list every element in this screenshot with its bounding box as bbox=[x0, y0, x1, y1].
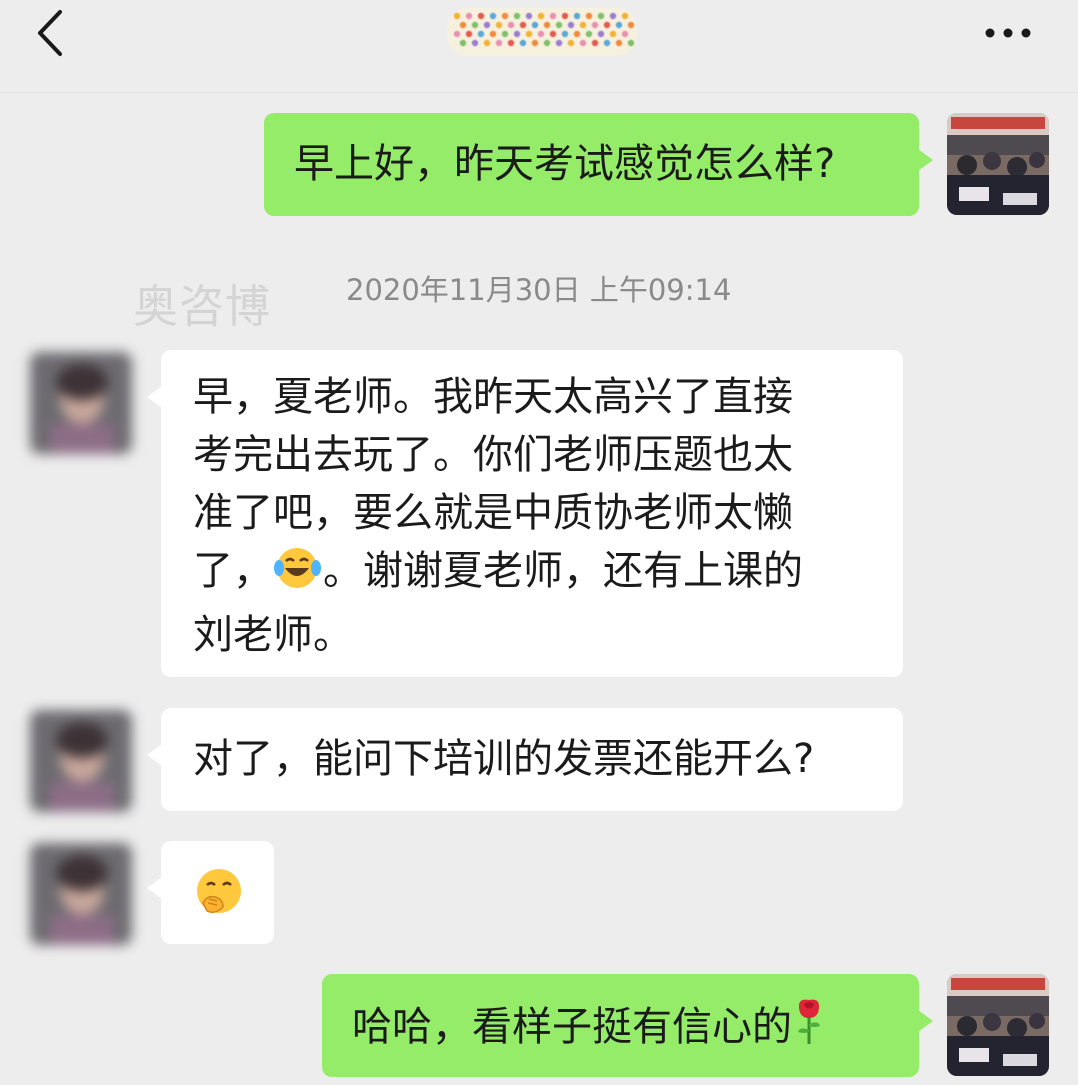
more-options-button[interactable] bbox=[980, 16, 1040, 50]
message-bubble-contact[interactable]: 早，夏老师。我昨天太高兴了直接 考完出去玩了。你们老师压题也太 准了吧，要么就是… bbox=[147, 350, 903, 677]
message-timestamp: 2020年11月30日 上午09:14 bbox=[346, 273, 732, 307]
message-line-rest: 。谢谢夏老师，还有上课的 bbox=[323, 548, 803, 594]
chevron-left-icon bbox=[38, 10, 62, 56]
message-bubble-self[interactable]: 早上好，昨天考试感觉怎么样? bbox=[264, 113, 933, 216]
chat-screen: 早上好，昨天考试感觉怎么样? 奥咨博 2020年11月30日 上午09:14 早… bbox=[0, 0, 1078, 1085]
contact-avatar[interactable] bbox=[30, 710, 132, 812]
self-avatar[interactable] bbox=[947, 113, 1049, 215]
message-text: 对了，能问下培训的发票还能开么? bbox=[193, 736, 815, 782]
message-bubble-contact[interactable] bbox=[147, 841, 274, 944]
chat-title-obscured bbox=[447, 8, 637, 56]
self-avatar[interactable] bbox=[947, 974, 1049, 1076]
contact-avatar[interactable] bbox=[30, 352, 132, 454]
message-line: 准了吧，要么就是中质协老师太懒 bbox=[193, 490, 793, 536]
message-line: 刘老师。 bbox=[193, 612, 353, 658]
hand-over-mouth-emoji bbox=[193, 867, 245, 935]
message-line: 早，夏老师。我昨天太高兴了直接 bbox=[193, 374, 793, 420]
message-line: 考完出去玩了。你们老师压题也太 bbox=[193, 432, 793, 478]
watermark-text: 奥咨博 bbox=[133, 280, 272, 333]
back-button[interactable] bbox=[30, 8, 74, 58]
message-bubble-contact[interactable]: 对了，能问下培训的发票还能开么? bbox=[147, 708, 903, 811]
chat-header bbox=[0, 0, 1078, 93]
contact-avatar[interactable] bbox=[30, 843, 132, 945]
message-line: 了， 。谢谢夏老师，还有上课的 bbox=[193, 542, 873, 606]
message-text: 哈哈，看样子挺有信心的 bbox=[352, 1004, 792, 1050]
message-text: 早上好，昨天考试感觉怎么样? bbox=[294, 141, 836, 187]
message-line-prefix: 了， bbox=[193, 548, 273, 594]
laughing-crying-emoji bbox=[273, 544, 323, 606]
message-bubble-self[interactable]: 哈哈，看样子挺有信心的 bbox=[322, 974, 933, 1077]
rose-emoji bbox=[792, 996, 826, 1062]
more-dots-icon bbox=[985, 28, 1031, 38]
